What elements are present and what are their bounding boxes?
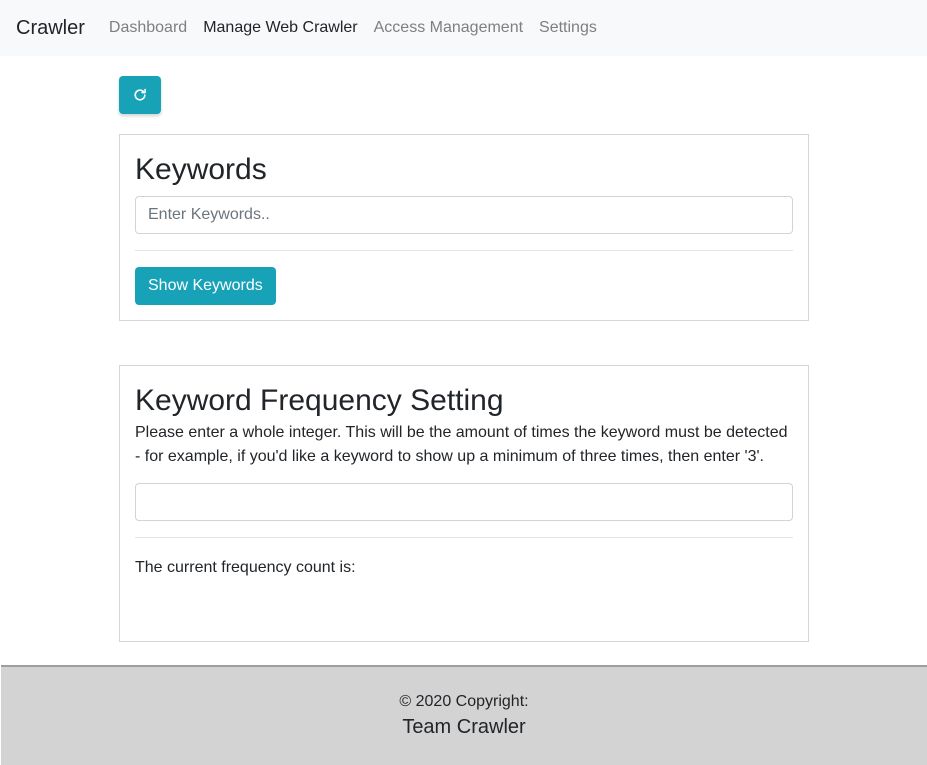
page-footer: © 2020 Copyright: Team Crawler — [1, 665, 927, 765]
refresh-button[interactable] — [119, 76, 161, 114]
frequency-title: Keyword Frequency Setting — [135, 384, 504, 417]
show-keywords-button[interactable]: Show Keywords — [135, 267, 276, 305]
nav-link-settings[interactable]: Settings — [539, 20, 597, 36]
frequency-card: Keyword Frequency Setting Please enter a… — [119, 365, 809, 642]
brand-link[interactable]: Crawler — [16, 18, 85, 38]
keywords-divider — [135, 250, 793, 251]
footer-team-name: Team Crawler — [402, 716, 526, 738]
nav-link-access-management[interactable]: Access Management — [374, 20, 523, 36]
nav-link-dashboard[interactable]: Dashboard — [109, 20, 187, 36]
current-frequency-label: The current frequency count is: — [135, 559, 356, 576]
keywords-title: Keywords — [135, 153, 267, 186]
refresh-icon — [134, 88, 146, 101]
nav-link-manage-web-crawler[interactable]: Manage Web Crawler — [203, 20, 357, 36]
footer-copyright: © 2020 Copyright: — [399, 693, 529, 710]
keywords-card: Keywords Show Keywords — [119, 134, 809, 321]
frequency-divider — [135, 537, 793, 538]
keywords-input[interactable] — [135, 196, 793, 234]
top-navbar: Crawler Dashboard Manage Web Crawler Acc… — [0, 0, 927, 56]
frequency-input[interactable] — [135, 483, 793, 521]
frequency-description: Please enter a whole integer. This will … — [135, 424, 788, 465]
